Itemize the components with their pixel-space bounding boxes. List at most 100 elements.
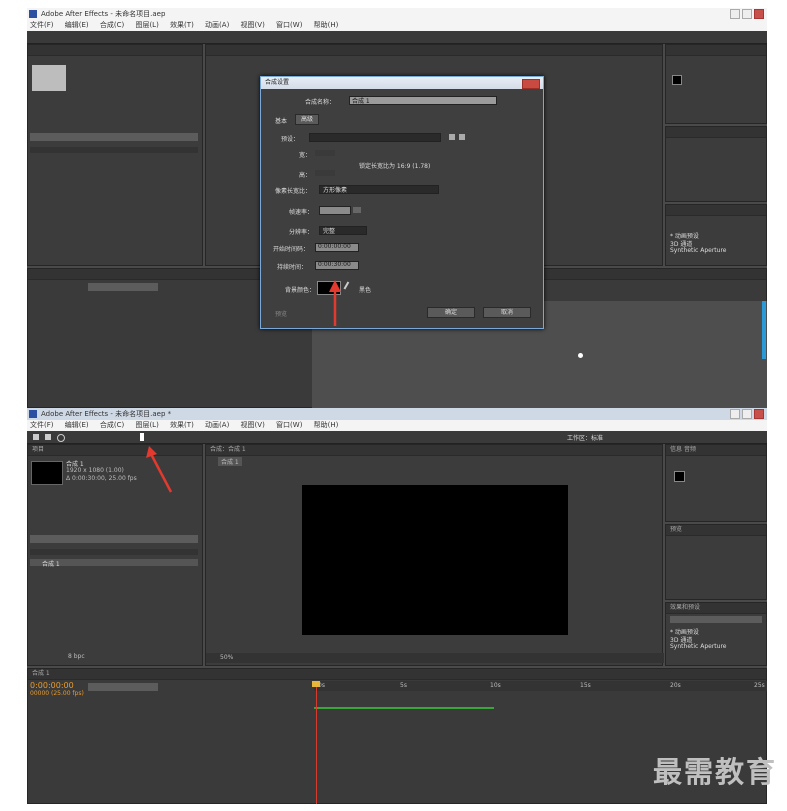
- maximize-icon[interactable]: [742, 409, 752, 419]
- preset-delete-icon[interactable]: [459, 134, 465, 140]
- work-area-bar[interactable]: [314, 707, 494, 709]
- menu-help[interactable]: 帮助(H): [314, 421, 339, 429]
- top-project-tab[interactable]: [28, 45, 202, 56]
- playhead[interactable]: [316, 681, 317, 804]
- effects-tab[interactable]: 效果和预设: [666, 603, 766, 614]
- menu-window[interactable]: 窗口(W): [276, 21, 302, 29]
- bottom-tools-bar: 工作区：标准: [27, 431, 767, 444]
- comp-sub-tab[interactable]: 合成 1: [218, 457, 242, 466]
- close-icon[interactable]: [754, 409, 764, 419]
- start-timecode-label: 开始时间码：: [273, 246, 310, 253]
- ok-button[interactable]: 确定: [427, 307, 475, 318]
- time-ruler[interactable]: 0s 5s 10s 15s 20s 25s: [314, 681, 767, 691]
- top-comp-tab[interactable]: [206, 45, 662, 56]
- start-timecode-field[interactable]: 0:00:00:00: [315, 243, 359, 252]
- pixel-aspect-value: 方形像素: [323, 187, 348, 194]
- info-tab[interactable]: 信息 音频: [666, 445, 766, 456]
- preset-dropdown[interactable]: [309, 133, 441, 142]
- top-effects-panel: * 动画预设 3D 通道 Synthetic Aperture: [665, 204, 767, 266]
- timecode-display[interactable]: 0:00:00:00: [30, 681, 74, 690]
- ruler-label: 20s: [670, 682, 681, 689]
- preview-checkbox[interactable]: 预览: [275, 309, 287, 318]
- timeline-search[interactable]: [88, 683, 158, 691]
- top-tools-bar: [27, 31, 767, 44]
- close-icon[interactable]: [754, 9, 764, 19]
- top-menu-bar: 文件(F) 编辑(E) 合成(C) 图层(L) 效果(T) 动画(A) 视图(V…: [27, 20, 767, 31]
- project-item-row[interactable]: 合成 1: [30, 559, 198, 568]
- effects-search[interactable]: [670, 616, 762, 623]
- menu-view[interactable]: 视图(V): [241, 421, 265, 429]
- width-value[interactable]: [315, 150, 335, 156]
- top-info-tab[interactable]: [666, 45, 766, 56]
- top-info-panel: [665, 44, 767, 124]
- duration-value: 0:00:30:00: [318, 261, 351, 268]
- menu-window[interactable]: 窗口(W): [276, 421, 302, 429]
- project-comp-duration: Δ 0:00:30:00, 25.00 fps: [66, 475, 137, 482]
- menu-effect[interactable]: 效果(T): [170, 21, 194, 29]
- tab-advanced[interactable]: 高级: [295, 114, 319, 125]
- comp-name-field[interactable]: 合成 1: [349, 96, 497, 105]
- frame-rate-field[interactable]: [319, 206, 351, 215]
- top-project-columns: [30, 147, 198, 153]
- comp-tab[interactable]: 合成：合成 1: [206, 445, 662, 456]
- top-window-controls: [730, 9, 764, 19]
- zoom-tool-icon[interactable]: [57, 434, 65, 442]
- top-project-search[interactable]: [30, 133, 198, 141]
- project-bpc[interactable]: 8 bpc: [68, 653, 85, 660]
- top-preview-panel: [665, 126, 767, 202]
- hand-tool-icon[interactable]: [45, 434, 51, 440]
- menu-layer[interactable]: 图层(L): [135, 21, 158, 29]
- dialog-close-icon[interactable]: [522, 79, 540, 89]
- menu-composition[interactable]: 合成(C): [100, 421, 124, 429]
- minimize-icon[interactable]: [730, 409, 740, 419]
- ruler-label: 10s: [490, 682, 501, 689]
- frame-rate-dropdown[interactable]: [353, 207, 361, 213]
- top-preview-tab[interactable]: [666, 127, 766, 138]
- menu-file[interactable]: 文件(F): [30, 21, 54, 29]
- project-thumbnail: [31, 461, 63, 485]
- effects-item[interactable]: Synthetic Aperture: [670, 643, 727, 650]
- project-comp-info: 1920 x 1080 (1.00): [66, 467, 124, 474]
- menu-effect[interactable]: 效果(T): [170, 421, 194, 429]
- top-window-title: Adobe After Effects - 未命名项目.aep: [41, 10, 166, 18]
- project-search[interactable]: [30, 535, 198, 543]
- preview-tab[interactable]: 预览: [666, 525, 766, 536]
- selection-tool-icon[interactable]: [33, 434, 39, 440]
- top-effects-item[interactable]: Synthetic Aperture: [670, 247, 727, 254]
- playhead-handle[interactable]: [312, 681, 320, 687]
- top-white-dot: [578, 353, 583, 358]
- preset-save-icon[interactable]: [449, 134, 455, 140]
- menu-view[interactable]: 视图(V): [241, 21, 265, 29]
- lock-aspect-text[interactable]: 锁定长宽比为 16:9 (1.78): [359, 161, 430, 170]
- menu-edit[interactable]: 编辑(E): [65, 421, 89, 429]
- duration-field[interactable]: 0:00:30:00: [315, 261, 359, 270]
- menu-edit[interactable]: 编辑(E): [65, 21, 89, 29]
- menu-layer[interactable]: 图层(L): [135, 421, 158, 429]
- bottom-window-controls: [730, 409, 764, 419]
- workspace-label[interactable]: 工作区：标准: [567, 433, 603, 442]
- minimize-icon[interactable]: [730, 9, 740, 19]
- tab-basic[interactable]: 基本: [275, 116, 287, 125]
- height-value[interactable]: [315, 170, 335, 176]
- cancel-button[interactable]: 取消: [483, 307, 531, 318]
- resolution-dropdown[interactable]: 完整: [319, 226, 367, 235]
- ae-app-icon: [29, 10, 37, 18]
- top-effects-tab[interactable]: [666, 205, 766, 216]
- comp-zoom[interactable]: 50%: [220, 654, 233, 661]
- menu-animation[interactable]: 动画(A): [205, 21, 229, 29]
- info-panel: 信息 音频: [665, 444, 767, 522]
- menu-help[interactable]: 帮助(H): [314, 21, 339, 29]
- preview-panel: 预览: [665, 524, 767, 600]
- pixel-aspect-dropdown[interactable]: 方形像素: [319, 185, 439, 194]
- menu-file[interactable]: 文件(F): [30, 421, 54, 429]
- pen-tool-icon[interactable]: [140, 433, 144, 441]
- eyedropper-icon[interactable]: [343, 281, 355, 293]
- menu-composition[interactable]: 合成(C): [100, 21, 124, 29]
- top-timeline-search[interactable]: [88, 283, 158, 291]
- menu-animation[interactable]: 动画(A): [205, 421, 229, 429]
- maximize-icon[interactable]: [742, 9, 752, 19]
- project-item-name: 合成 1: [42, 561, 60, 568]
- timeline-tab[interactable]: 合成 1: [28, 669, 766, 680]
- project-tab[interactable]: 项目: [28, 445, 202, 456]
- composition-canvas[interactable]: [302, 485, 568, 635]
